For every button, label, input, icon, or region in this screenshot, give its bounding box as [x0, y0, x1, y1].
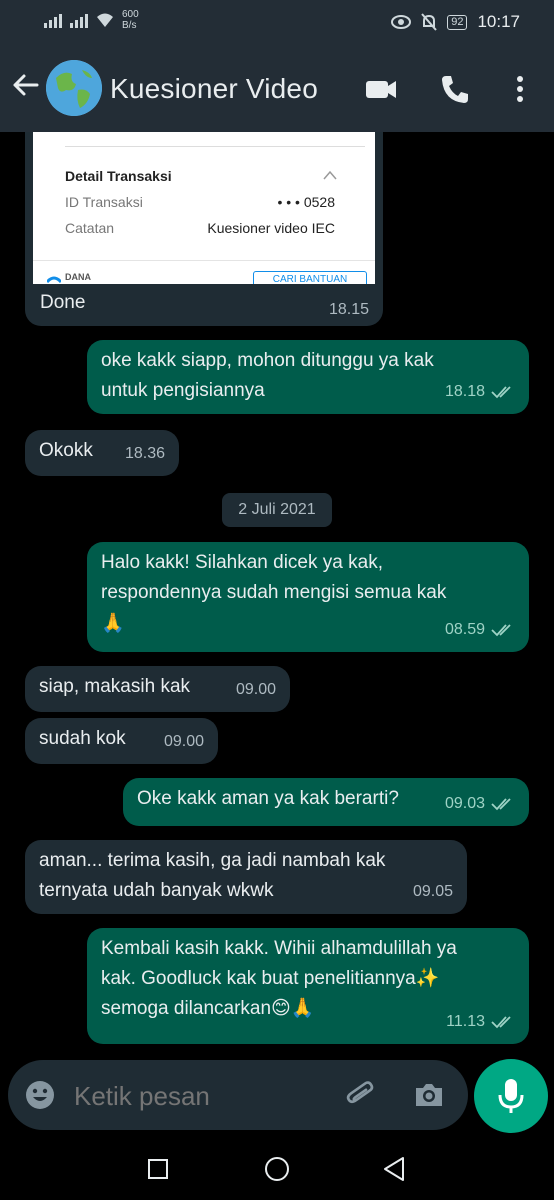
- mic-button[interactable]: [474, 1059, 548, 1133]
- message-time: 18.36: [124, 445, 165, 462]
- more-vert-icon[interactable]: [503, 72, 537, 106]
- outgoing-message[interactable]: Halo kakk! Silahkan dicek ya kak, respon…: [87, 542, 529, 652]
- home-icon[interactable]: [264, 1156, 290, 1182]
- receipt-value: • • • 0528: [277, 194, 335, 210]
- message-time: 11.13: [446, 1013, 485, 1030]
- receipt-label: ID Transaksi: [65, 194, 143, 210]
- message-line: Kembali kasih kakk. Wihii alhamdulillah …: [101, 938, 457, 959]
- message-line: respondennya sudah mengisi semua kak: [101, 582, 447, 603]
- message-time: 18.18: [444, 383, 485, 400]
- avatar[interactable]: [46, 60, 102, 116]
- help-button: CARI BANTUAN: [253, 271, 367, 284]
- recent-apps-icon[interactable]: [147, 1158, 169, 1180]
- signal-icon-2: [70, 12, 88, 28]
- message-time: 09.00: [163, 733, 204, 750]
- double-check-icon: [491, 798, 511, 811]
- message-text: Done: [40, 292, 86, 313]
- contact-name[interactable]: Kuesioner Video: [110, 73, 318, 105]
- message-text: siap, makasih kak: [39, 676, 191, 697]
- emoji-icon[interactable]: [24, 1079, 56, 1111]
- mute-bell-icon: [421, 13, 437, 31]
- back-nav-icon[interactable]: [382, 1156, 406, 1182]
- clock: 10:17: [477, 12, 520, 31]
- receipt-label: Catatan: [65, 220, 115, 236]
- message-time: 08.59: [444, 621, 485, 638]
- eye-icon: [391, 15, 412, 29]
- message-time: 18.15: [328, 301, 369, 318]
- double-check-icon: [491, 624, 511, 637]
- double-check-icon: [491, 1016, 511, 1029]
- receipt-section-title: Detail Transaksi: [65, 168, 172, 184]
- message-line: oke kakk siapp, mohon ditunggu ya kak: [101, 350, 434, 371]
- incoming-message[interactable]: sudah kok 09.00: [25, 718, 218, 764]
- message-line: aman... terima kasih, ga jadi nambah kak: [39, 850, 386, 871]
- message-time: 09.03: [444, 795, 485, 812]
- camera-icon[interactable]: [412, 1078, 446, 1112]
- date-divider: 2 Juli 2021: [222, 493, 332, 527]
- outgoing-message[interactable]: Kembali kasih kakk. Wihii alhamdulillah …: [87, 928, 529, 1044]
- chevron-up-icon: [323, 170, 337, 180]
- incoming-message[interactable]: aman... terima kasih, ga jadi nambah kak…: [25, 840, 467, 914]
- image-message[interactable]: Detail Transaksi ID Transaksi • • • 0528…: [25, 132, 383, 326]
- receipt-brand: DANA: [65, 272, 91, 282]
- system-nav-bar: [0, 1140, 554, 1200]
- battery-indicator: 92: [447, 14, 468, 30]
- video-call-icon[interactable]: [364, 72, 398, 106]
- receipt-image: Detail Transaksi ID Transaksi • • • 0528…: [33, 132, 375, 284]
- message-time: 09.05: [412, 883, 453, 900]
- phone-icon[interactable]: [438, 72, 472, 106]
- message-composer: [8, 1060, 468, 1130]
- outgoing-message[interactable]: Oke kakk aman ya kak berarti? 09.03: [123, 778, 529, 826]
- incoming-message[interactable]: Okokk 18.36: [25, 430, 179, 476]
- chat-header: Kuesioner Video: [0, 46, 554, 132]
- dana-logo-icon: [47, 276, 61, 284]
- attach-icon[interactable]: [344, 1078, 378, 1112]
- message-line: kak. Goodluck kak buat penelitiannya✨: [101, 968, 440, 989]
- message-text: Okokk: [39, 440, 93, 461]
- wifi-icon: [97, 13, 113, 27]
- message-time: 09.00: [235, 681, 276, 698]
- receipt-value: Kuesioner video IEC: [207, 220, 335, 236]
- message-input[interactable]: [74, 1081, 334, 1112]
- back-arrow-icon[interactable]: [10, 70, 40, 100]
- mic-icon: [498, 1079, 524, 1113]
- message-line: Halo kakk! Silahkan dicek ya kak,: [101, 552, 383, 573]
- message-list: Detail Transaksi ID Transaksi • • • 0528…: [0, 132, 554, 1052]
- message-text: sudah kok: [39, 728, 126, 749]
- outgoing-message[interactable]: oke kakk siapp, mohon ditunggu ya kak un…: [87, 340, 529, 414]
- double-check-icon: [491, 386, 511, 399]
- message-text: Oke kakk aman ya kak berarti?: [137, 788, 399, 809]
- network-speed: 600 B/s: [122, 9, 139, 31]
- status-bar: 600 B/s 92 10:17: [0, 0, 554, 46]
- signal-icon: [44, 12, 62, 28]
- globe-icon: [46, 60, 102, 116]
- incoming-message[interactable]: siap, makasih kak 09.00: [25, 666, 290, 712]
- message-line: ternyata udah banyak wkwk: [39, 880, 274, 901]
